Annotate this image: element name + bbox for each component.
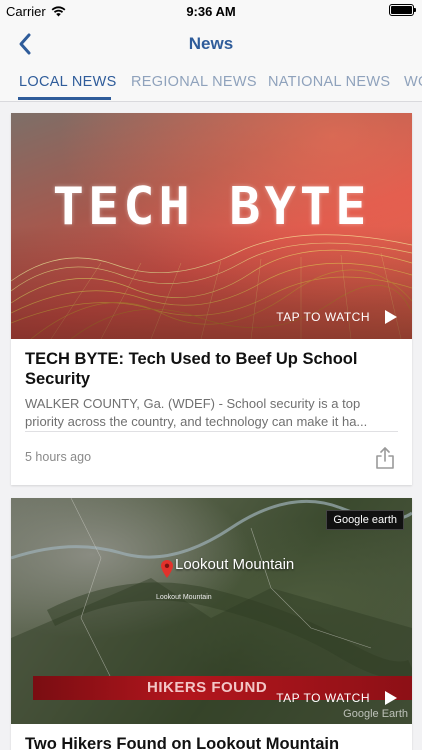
active-tab-indicator	[18, 97, 111, 100]
news-banner-text: HIKERS FOUND	[147, 679, 268, 696]
tap-to-watch[interactable]: TAP TO WATCH	[276, 690, 398, 706]
article-headline[interactable]: TECH BYTE: Tech Used to Beef Up School S…	[25, 349, 398, 389]
article-timestamp: 5 hours ago	[25, 450, 92, 464]
tap-to-watch[interactable]: TAP TO WATCH	[276, 309, 398, 325]
status-bar: Carrier 9:36 AM	[0, 0, 422, 22]
tap-to-watch-label: TAP TO WATCH	[276, 691, 370, 705]
tab-national-news[interactable]: NATIONAL NEWS	[268, 74, 390, 90]
article-headline[interactable]: Two Hikers Found on Lookout Mountain	[25, 734, 398, 750]
map-pin-icon	[161, 560, 173, 578]
map-small-label: Lookout Mountain	[156, 594, 212, 601]
article-body: TECH BYTE: Tech Used to Beef Up School S…	[11, 339, 412, 431]
tab-regional-news[interactable]: REGIONAL NEWS	[131, 74, 257, 90]
battery-indicator	[389, 4, 416, 16]
play-icon	[385, 691, 397, 705]
page-title: News	[188, 34, 234, 53]
share-button[interactable]	[374, 446, 396, 470]
divider	[25, 431, 398, 432]
article-summary: WALKER COUNTY, Ga. (WDEF) - School secur…	[25, 396, 368, 429]
tech-byte-logo-text: TECH BYTE	[52, 177, 371, 237]
google-earth-badge: Google earth	[326, 510, 404, 530]
video-thumbnail[interactable]: Google earth Lookout Mountain Lookout Mo…	[11, 498, 412, 724]
article-card[interactable]: Google earth Lookout Mountain Lookout Mo…	[11, 498, 412, 750]
battery-icon	[389, 4, 416, 16]
play-icon	[385, 310, 397, 324]
article-body: Two Hikers Found on Lookout Mountain	[11, 724, 412, 750]
status-time: 9:36 AM	[186, 4, 236, 19]
navigation-bar: News	[0, 22, 422, 66]
map-location-label: Lookout Mountain	[175, 556, 295, 573]
category-tabs: LOCAL NEWS REGIONAL NEWS NATIONAL NEWS W…	[0, 66, 422, 102]
article-card[interactable]: TECH BYTE TAP TO WATCH TECH BYTE: Tech U…	[11, 113, 412, 485]
share-icon	[376, 447, 394, 469]
video-thumbnail[interactable]: TECH BYTE TAP TO WATCH	[11, 113, 412, 339]
tab-world-news[interactable]: WO	[404, 74, 422, 90]
tab-local-news[interactable]: LOCAL NEWS	[19, 74, 117, 90]
tap-to-watch-label: TAP TO WATCH	[276, 310, 370, 324]
google-earth-watermark: Google Earth	[343, 708, 408, 720]
